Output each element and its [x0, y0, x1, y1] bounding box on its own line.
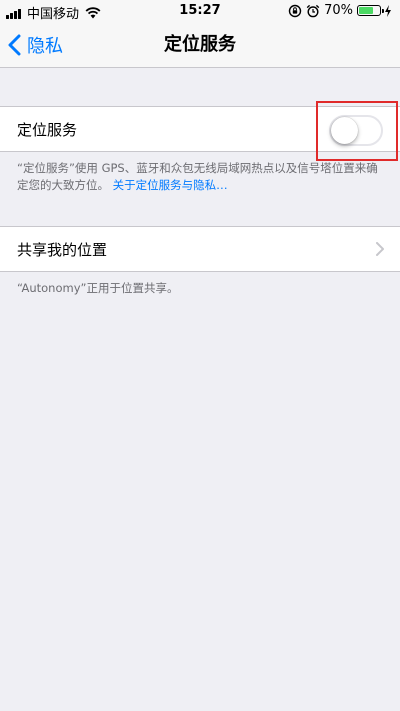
share-location-cell[interactable]: 共享我的位置 — [0, 226, 400, 272]
location-services-label: 定位服务 — [17, 120, 78, 139]
rotation-lock-icon — [288, 4, 302, 17]
battery-icon — [357, 5, 384, 16]
chevron-right-icon — [376, 242, 384, 256]
status-bar: 中国移动 15:27 70% — [0, 0, 400, 22]
charging-icon — [385, 4, 391, 17]
battery-fill — [359, 7, 373, 14]
about-privacy-link[interactable]: 关于定位服务与隐私… — [113, 178, 228, 192]
navigation-bar: 隐私 定位服务 — [0, 22, 400, 68]
status-bar-right: 70% — [288, 3, 392, 18]
highlight-annotation-box — [316, 101, 398, 161]
page-title: 定位服务 — [164, 34, 236, 55]
alarm-icon — [306, 4, 320, 17]
share-location-footnote: “Autonomy”正用于位置共享。 — [17, 281, 179, 295]
location-services-description: “定位服务”使用 GPS、蓝牙和众包无线局域网热点以及信号塔位置来确定您的大致方… — [17, 160, 387, 194]
battery-percent: 70% — [324, 3, 353, 18]
share-location-label: 共享我的位置 — [17, 240, 108, 259]
